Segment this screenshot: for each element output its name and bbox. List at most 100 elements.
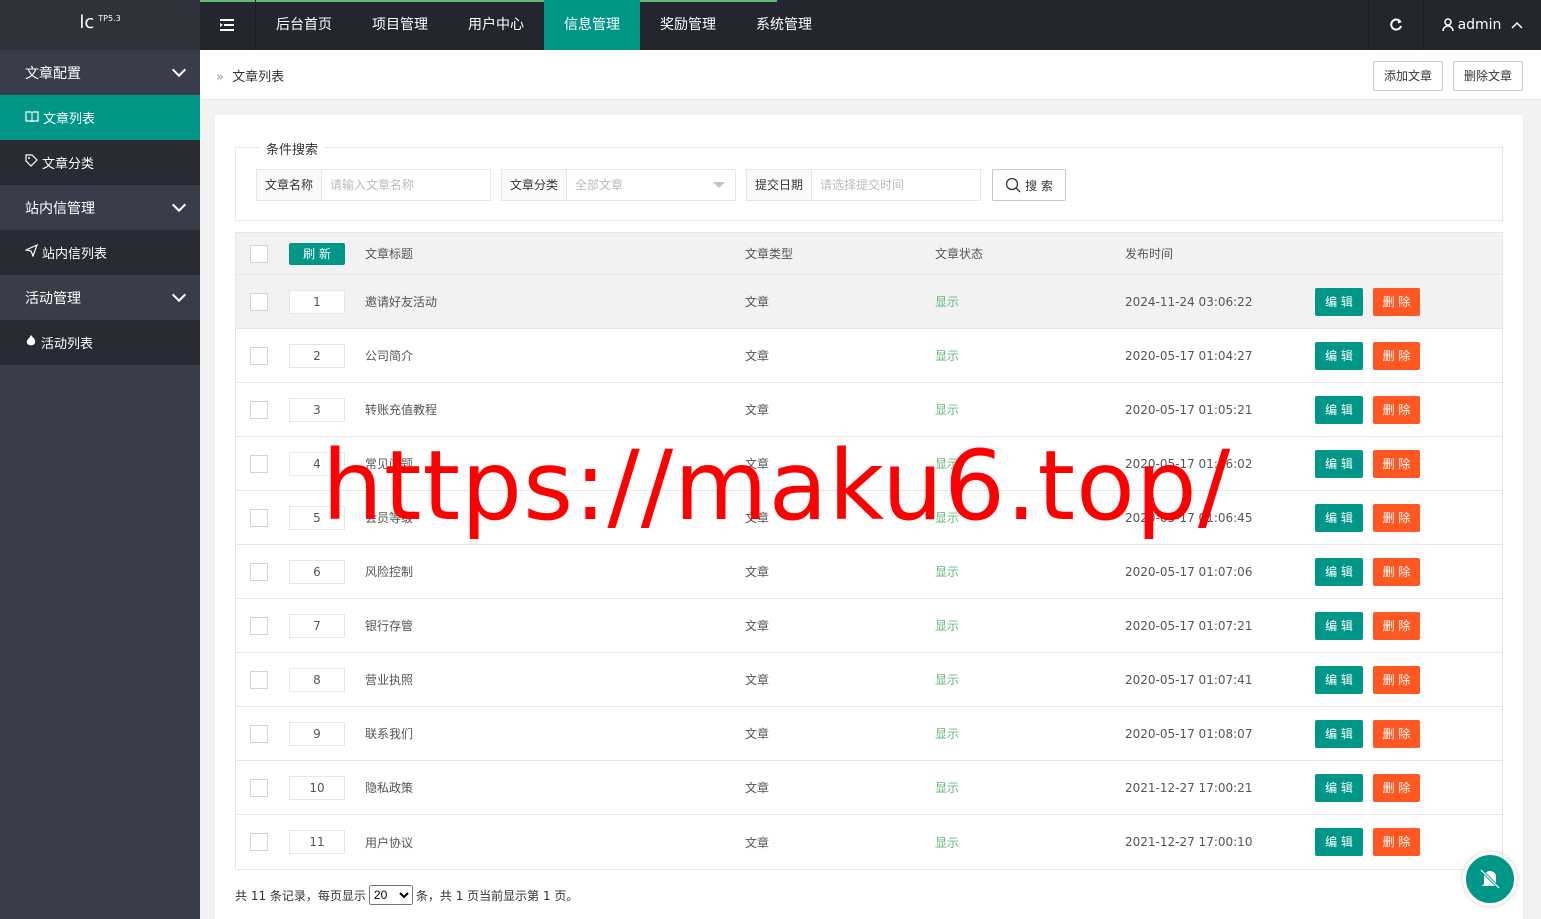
sort-input[interactable]: 3 — [289, 397, 345, 422]
row-select-cell — [250, 491, 268, 544]
article-type: 文章 — [745, 619, 770, 633]
article-status[interactable]: 显示 — [935, 491, 959, 544]
logo[interactable]: lc TP5.3 — [0, 0, 200, 50]
edit-button[interactable]: 编 辑 — [1315, 773, 1363, 802]
delete-button[interactable]: 删 除 — [1373, 341, 1420, 370]
nav-item[interactable]: 项目管理 — [352, 0, 448, 50]
refresh-button[interactable] — [1368, 0, 1424, 50]
row-checkbox[interactable] — [250, 833, 268, 851]
name-label: 文章名称 — [257, 170, 323, 200]
article-title: 邀请好友活动 — [365, 295, 438, 309]
row-select-cell — [250, 545, 268, 598]
edit-button[interactable]: 编 辑 — [1315, 719, 1363, 748]
publish-time: 2020-05-17 01:04:27 — [1125, 348, 1253, 363]
sidebar-item[interactable]: 文章分类 — [0, 140, 200, 185]
article-status[interactable]: 显示 — [935, 437, 959, 490]
delete-button[interactable]: 删 除 — [1373, 557, 1420, 586]
article-status[interactable]: 显示 — [935, 383, 959, 436]
edit-button[interactable]: 编 辑 — [1315, 341, 1363, 370]
name-field: 文章名称 请输入文章名称 — [256, 169, 491, 201]
fire-icon — [25, 334, 37, 351]
article-status[interactable]: 显示 — [935, 275, 959, 328]
delete-button[interactable]: 删 除 — [1373, 503, 1420, 532]
sort-cell: 7 — [289, 599, 345, 652]
user-menu[interactable]: admin — [1424, 0, 1541, 50]
sort-input[interactable]: 11 — [289, 830, 345, 854]
row-checkbox[interactable] — [250, 670, 268, 689]
article-status[interactable]: 显示 — [935, 545, 959, 598]
delete-button[interactable]: 删 除 — [1373, 773, 1420, 802]
article-title: 常见问题 — [365, 457, 414, 471]
sort-input[interactable]: 9 — [289, 721, 345, 746]
edit-button[interactable]: 编 辑 — [1315, 828, 1363, 856]
sort-input[interactable]: 10 — [289, 775, 345, 800]
article-status[interactable]: 显示 — [935, 599, 959, 652]
edit-button[interactable]: 编 辑 — [1315, 287, 1363, 316]
row-select-cell — [250, 437, 268, 490]
sidebar-item[interactable]: 活动列表 — [0, 320, 200, 365]
top-nav: 后台首页 项目管理 用户中心 信息管理 奖励管理 系统管理 — [256, 0, 832, 50]
article-status[interactable]: 显示 — [935, 761, 959, 814]
sidebar-group[interactable]: 活动管理 — [0, 275, 200, 320]
edit-button[interactable]: 编 辑 — [1315, 395, 1363, 424]
sort-cell: 3 — [289, 383, 345, 436]
page-size-select[interactable]: 20 — [368, 885, 413, 905]
delete-button[interactable]: 删 除 — [1373, 828, 1420, 856]
nav-item[interactable]: 后台首页 — [256, 0, 352, 50]
sort-input[interactable]: 2 — [289, 343, 345, 368]
row-checkbox[interactable] — [250, 616, 268, 635]
row-checkbox[interactable] — [250, 508, 268, 527]
sort-input[interactable]: 5 — [289, 505, 345, 530]
edit-button[interactable]: 编 辑 — [1315, 557, 1363, 586]
name-input[interactable]: 请输入文章名称 — [322, 170, 490, 200]
delete-button[interactable]: 删 除 — [1373, 719, 1420, 748]
row-checkbox[interactable] — [250, 562, 268, 581]
sort-input[interactable]: 8 — [289, 667, 345, 692]
pagination-info: 共 11 条记录，每页显示 20 条，共 1 页当前显示第 1 页。 — [235, 885, 578, 905]
article-status[interactable]: 显示 — [935, 815, 959, 869]
floating-action-button[interactable] — [1463, 852, 1517, 906]
refresh-icon — [1390, 18, 1402, 31]
sidebar-group[interactable]: 文章配置 — [0, 50, 200, 95]
row-checkbox[interactable] — [250, 454, 268, 473]
row-checkbox[interactable] — [250, 778, 268, 797]
menu-toggle-button[interactable] — [200, 0, 256, 50]
add-article-button[interactable]: 添加文章 — [1373, 61, 1444, 91]
row-checkbox[interactable] — [250, 346, 268, 365]
search-button[interactable]: 搜 索 — [992, 169, 1066, 201]
date-input[interactable]: 请选择提交时间 — [812, 170, 980, 200]
row-checkbox[interactable] — [250, 400, 268, 419]
nav-item[interactable]: 系统管理 — [736, 0, 832, 50]
sidebar-item-label: 站内信列表 — [42, 247, 108, 262]
sort-input[interactable]: 1 — [289, 289, 345, 314]
sidebar-item[interactable]: 站内信列表 — [0, 230, 200, 275]
sort-input[interactable]: 4 — [289, 451, 345, 476]
delete-article-button[interactable]: 删除文章 — [1453, 61, 1524, 91]
row-checkbox[interactable] — [250, 292, 268, 311]
nav-item[interactable]: 用户中心 — [448, 0, 544, 50]
article-status[interactable]: 显示 — [935, 707, 959, 760]
delete-button[interactable]: 删 除 — [1373, 287, 1420, 316]
edit-button[interactable]: 编 辑 — [1315, 503, 1363, 532]
row-checkbox[interactable] — [250, 724, 268, 743]
table-refresh-button[interactable]: 刷 新 — [289, 242, 345, 265]
delete-button[interactable]: 删 除 — [1373, 665, 1420, 694]
publish-time: 2024-11-24 03:06:22 — [1125, 294, 1253, 309]
sort-input[interactable]: 7 — [289, 613, 345, 638]
nav-item[interactable]: 信息管理 — [544, 0, 640, 50]
edit-button[interactable]: 编 辑 — [1315, 665, 1363, 694]
sidebar-group[interactable]: 站内信管理 — [0, 185, 200, 230]
edit-button[interactable]: 编 辑 — [1315, 611, 1363, 640]
delete-button[interactable]: 删 除 — [1373, 449, 1420, 478]
nav-item[interactable]: 奖励管理 — [640, 0, 736, 50]
category-select[interactable]: 全部文章 — [567, 170, 735, 200]
edit-button[interactable]: 编 辑 — [1315, 449, 1363, 478]
select-all-checkbox[interactable] — [250, 244, 268, 263]
sort-input[interactable]: 6 — [289, 559, 345, 584]
sidebar-item[interactable]: 文章列表 — [0, 95, 200, 140]
article-status[interactable]: 显示 — [935, 329, 959, 382]
article-status[interactable]: 显示 — [935, 653, 959, 706]
delete-button[interactable]: 删 除 — [1373, 611, 1420, 640]
logo-text: lc — [79, 12, 95, 33]
delete-button[interactable]: 删 除 — [1373, 395, 1420, 424]
